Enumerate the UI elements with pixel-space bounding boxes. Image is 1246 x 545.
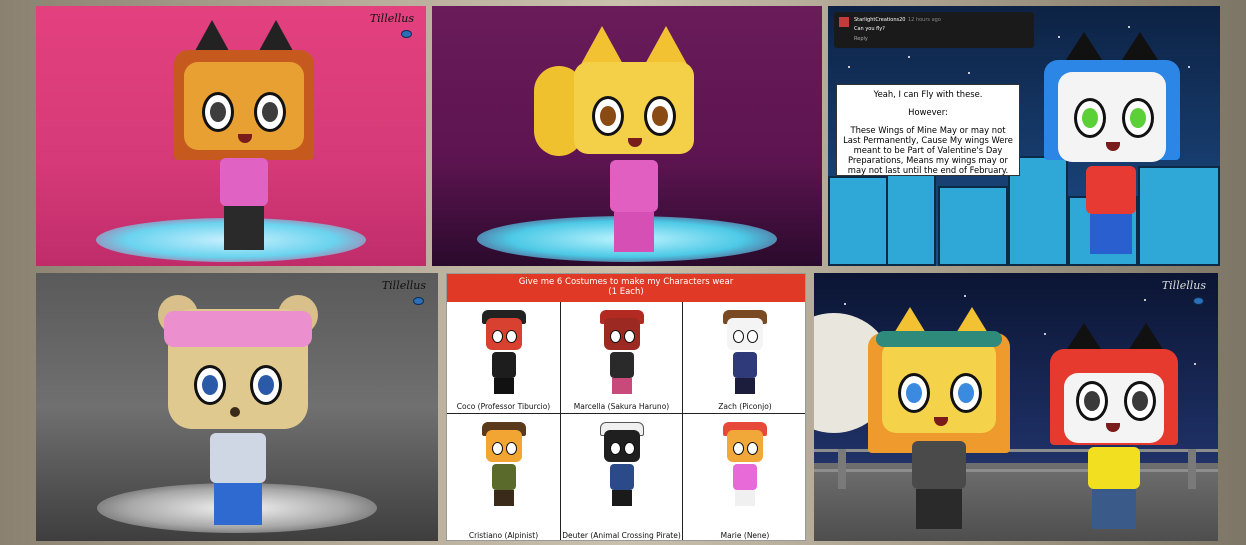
artist-signature: Tillellus xyxy=(369,12,414,25)
comment-text: Can you fly? xyxy=(854,26,885,32)
city-building xyxy=(828,176,888,266)
speech-line-3: These Wings of Mine May or may not Last … xyxy=(843,125,1013,175)
artwork-tile-orange-cat: Tillellus xyxy=(36,6,426,266)
costume-sheet-banner: Give me 6 Costumes to make my Characters… xyxy=(447,274,805,302)
artwork-tile-flying-cat: StarlightCreations20 12 hours ago Can yo… xyxy=(828,6,1220,266)
commenter-avatar xyxy=(839,17,849,27)
character-zach xyxy=(723,310,767,396)
artist-signature: Tillellus xyxy=(1161,279,1206,292)
costume-cell: Deuter (Animal Crossing Pirate) xyxy=(561,414,683,540)
costume-caption: Marie (Nene) xyxy=(720,531,770,540)
speech-line-1: Yeah, I can Fly with these. xyxy=(873,89,983,99)
signature-emblem-icon xyxy=(413,297,424,305)
costume-sheet-title: Give me 6 Costumes to make my Characters… xyxy=(518,277,734,287)
speech-box: Yeah, I can Fly with these. However: The… xyxy=(836,84,1020,176)
costume-caption: Coco (Professor Tiburcio) xyxy=(456,402,551,411)
comment-username: StarlightCreations20 xyxy=(854,17,906,23)
costume-caption: Deuter (Animal Crossing Pirate) xyxy=(562,531,681,540)
costume-sheet-subtitle: (1 Each) xyxy=(608,287,644,297)
costume-caption: Zach (Piconjo) xyxy=(718,402,772,411)
costume-cell: Coco (Professor Tiburcio) xyxy=(447,302,561,414)
comment-card: StarlightCreations20 12 hours ago Can yo… xyxy=(834,12,1034,48)
artwork-tile-yellow-cat xyxy=(432,6,822,266)
city-building xyxy=(938,186,1008,266)
costume-caption: Marcella (Sakura Haruno) xyxy=(573,402,670,411)
speech-line-2: However: xyxy=(908,107,948,117)
artist-signature: Tillellus xyxy=(381,279,426,292)
costume-cell: Marcella (Sakura Haruno) xyxy=(561,302,683,414)
comment-reply-link: Reply xyxy=(854,36,868,42)
costume-request-sheet: Give me 6 Costumes to make my Characters… xyxy=(446,273,806,541)
character-yellow-cat-goggles xyxy=(868,307,1010,535)
costume-caption: Cristiano (Alpinist) xyxy=(468,531,539,540)
character-red-fox xyxy=(1050,323,1178,535)
character-deuter xyxy=(599,422,644,508)
costume-cell: Zach (Piconjo) xyxy=(683,302,805,414)
comment-time: 12 hours ago xyxy=(908,17,941,23)
character-orange-cat xyxy=(174,20,314,256)
costume-cell: Cristiano (Alpinist) xyxy=(447,414,561,540)
character-coco xyxy=(481,310,526,396)
character-marie xyxy=(723,422,767,508)
character-blue-cat xyxy=(1044,32,1180,262)
costume-cell: Marie (Nene) xyxy=(683,414,805,540)
character-bear xyxy=(158,295,318,533)
character-cristiano xyxy=(481,422,526,508)
artwork-tile-night-duo: Tillellus xyxy=(814,273,1218,541)
signature-emblem-icon xyxy=(1193,297,1204,305)
signature-emblem-icon xyxy=(401,30,412,38)
character-yellow-cat xyxy=(534,26,694,258)
artwork-tile-bear: Tillellus xyxy=(36,273,438,541)
character-marcella xyxy=(599,310,644,396)
